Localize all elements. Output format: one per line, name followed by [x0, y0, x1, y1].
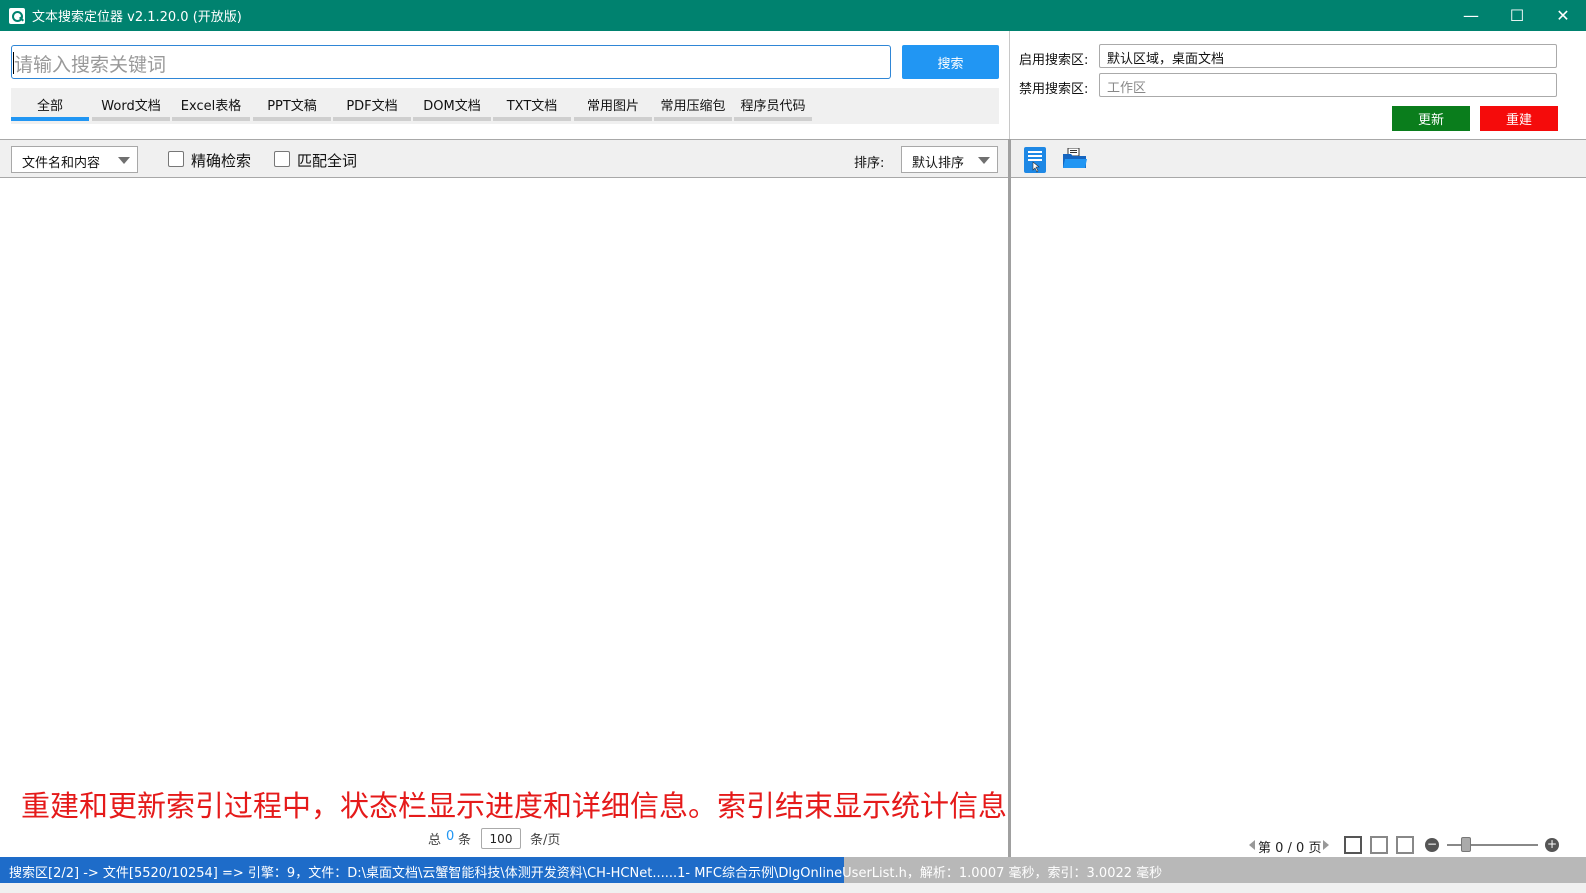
update-button[interactable]: 更新 — [1392, 106, 1470, 131]
maximize-button[interactable]: ☐ — [1494, 0, 1540, 31]
prev-page-icon[interactable] — [1249, 840, 1255, 850]
scope-select-value: 文件名和内容 — [22, 156, 101, 171]
tab-word[interactable]: Word文档 — [92, 88, 170, 121]
enabled-area-label: 启用搜索区: — [1019, 53, 1089, 68]
window-controls: — ☐ ✕ — [1448, 0, 1586, 31]
results-list[interactable] — [0, 178, 1008, 857]
tab-indicator — [413, 117, 491, 121]
tab-indicator — [574, 117, 652, 121]
pager-total-suffix: 条 — [458, 833, 472, 848]
preview-toolbar — [1011, 139, 1586, 178]
pager-total-prefix: 总 — [428, 833, 442, 848]
single-page-view-icon[interactable] — [1344, 836, 1362, 854]
status-bar: 搜索区[2/2] -> 文件[5520/10254] => 引擎：9，文件：D:… — [0, 857, 1586, 883]
title-bar: 文本搜索定位器 v2.1.20.0 (开放版) — ☐ ✕ — [0, 0, 1586, 31]
disabled-area-label: 禁用搜索区: — [1019, 82, 1089, 97]
tab-label: 常用图片 — [586, 98, 639, 114]
whole-word-checkbox[interactable] — [274, 151, 290, 167]
tab-label: TXT文档 — [506, 98, 558, 114]
two-page-view-icon[interactable] — [1370, 836, 1388, 854]
tab-all[interactable]: 全部 — [11, 88, 89, 121]
minimize-button[interactable]: — — [1448, 0, 1494, 31]
open-folder-icon[interactable] — [1062, 148, 1088, 170]
tab-code[interactable]: 程序员代码 — [734, 88, 812, 121]
tab-pdf[interactable]: PDF文档 — [333, 88, 411, 121]
tab-label: 常用压缩包 — [660, 98, 726, 114]
tab-excel[interactable]: Excel表格 — [172, 88, 250, 121]
tab-ppt[interactable]: PPT文稿 — [253, 88, 331, 121]
tab-txt[interactable]: TXT文档 — [493, 88, 571, 121]
tab-label: Excel表格 — [180, 98, 242, 114]
tab-label: PDF文档 — [346, 98, 398, 114]
tab-indicator — [253, 117, 331, 121]
tab-images[interactable]: 常用图片 — [574, 88, 652, 121]
pager-total-count: 0 — [446, 829, 455, 844]
thumbnail-view-icon[interactable] — [1396, 836, 1414, 854]
preview-page-indicator: 第 0 / 0 页 — [1258, 841, 1322, 856]
tab-indicator — [11, 117, 89, 121]
app-icon — [9, 7, 25, 24]
caption-overlay: 重建和更新索引过程中，状态栏显示进度和详细信息。索引结束显示统计信息 — [21, 789, 1008, 823]
sort-label: 排序: — [854, 156, 885, 171]
chevron-down-icon — [978, 157, 990, 164]
tab-indicator — [493, 117, 571, 121]
tab-label: Word文档 — [101, 98, 161, 114]
whole-word-label: 匹配全词 — [297, 152, 358, 170]
tab-label: DOM文档 — [423, 98, 481, 114]
zoom-in-icon[interactable]: + — [1545, 838, 1559, 852]
scope-select[interactable]: 文件名和内容 — [11, 146, 138, 173]
tab-indicator — [172, 117, 250, 121]
bottom-border — [0, 883, 1586, 893]
tab-archives[interactable]: 常用压缩包 — [654, 88, 732, 121]
tab-label: PPT文稿 — [267, 98, 317, 114]
tab-indicator — [734, 117, 812, 121]
tab-label: 程序员代码 — [740, 98, 806, 114]
search-button[interactable]: 搜索 — [902, 45, 999, 79]
tab-indicator — [654, 117, 732, 121]
close-button[interactable]: ✕ — [1540, 0, 1586, 31]
per-page-suffix: 条/页 — [530, 833, 561, 848]
preview-pane[interactable] — [1011, 178, 1586, 857]
tab-label: 全部 — [36, 98, 63, 114]
chevron-down-icon — [118, 157, 130, 164]
zoom-slider-thumb[interactable] — [1461, 837, 1471, 852]
zoom-out-icon[interactable]: − — [1425, 838, 1439, 852]
window-title: 文本搜索定位器 v2.1.20.0 (开放版) — [32, 10, 242, 25]
rebuild-button[interactable]: 重建 — [1480, 106, 1558, 131]
next-page-icon[interactable] — [1323, 840, 1329, 850]
tab-indicator — [92, 117, 170, 121]
filter-toolbar: 文件名和内容 精确检索 匹配全词 排序: 默认排序 — [0, 139, 1008, 178]
tab-dom[interactable]: DOM文档 — [413, 88, 491, 121]
sort-select[interactable]: 默认排序 — [901, 146, 998, 173]
file-type-tabs: 全部 Word文档 Excel表格 PPT文稿 PDF文档 DOM文档 TXT文… — [11, 88, 999, 124]
disabled-area-field[interactable]: 工作区 — [1099, 73, 1557, 97]
sort-select-value: 默认排序 — [912, 156, 965, 171]
document-locate-icon[interactable] — [1024, 147, 1046, 173]
enabled-area-field[interactable]: 默认区域，桌面文档 — [1099, 44, 1557, 68]
exact-search-label: 精确检索 — [191, 152, 252, 170]
exact-search-checkbox[interactable] — [168, 151, 184, 167]
status-text: 搜索区[2/2] -> 文件[5520/10254] => 引擎：9，文件：D:… — [9, 866, 1163, 881]
search-input[interactable]: 请输入搜索关键词 — [11, 45, 891, 79]
tab-indicator — [333, 117, 411, 121]
top-divider — [1009, 31, 1010, 139]
per-page-input[interactable]: 100 — [481, 828, 521, 849]
